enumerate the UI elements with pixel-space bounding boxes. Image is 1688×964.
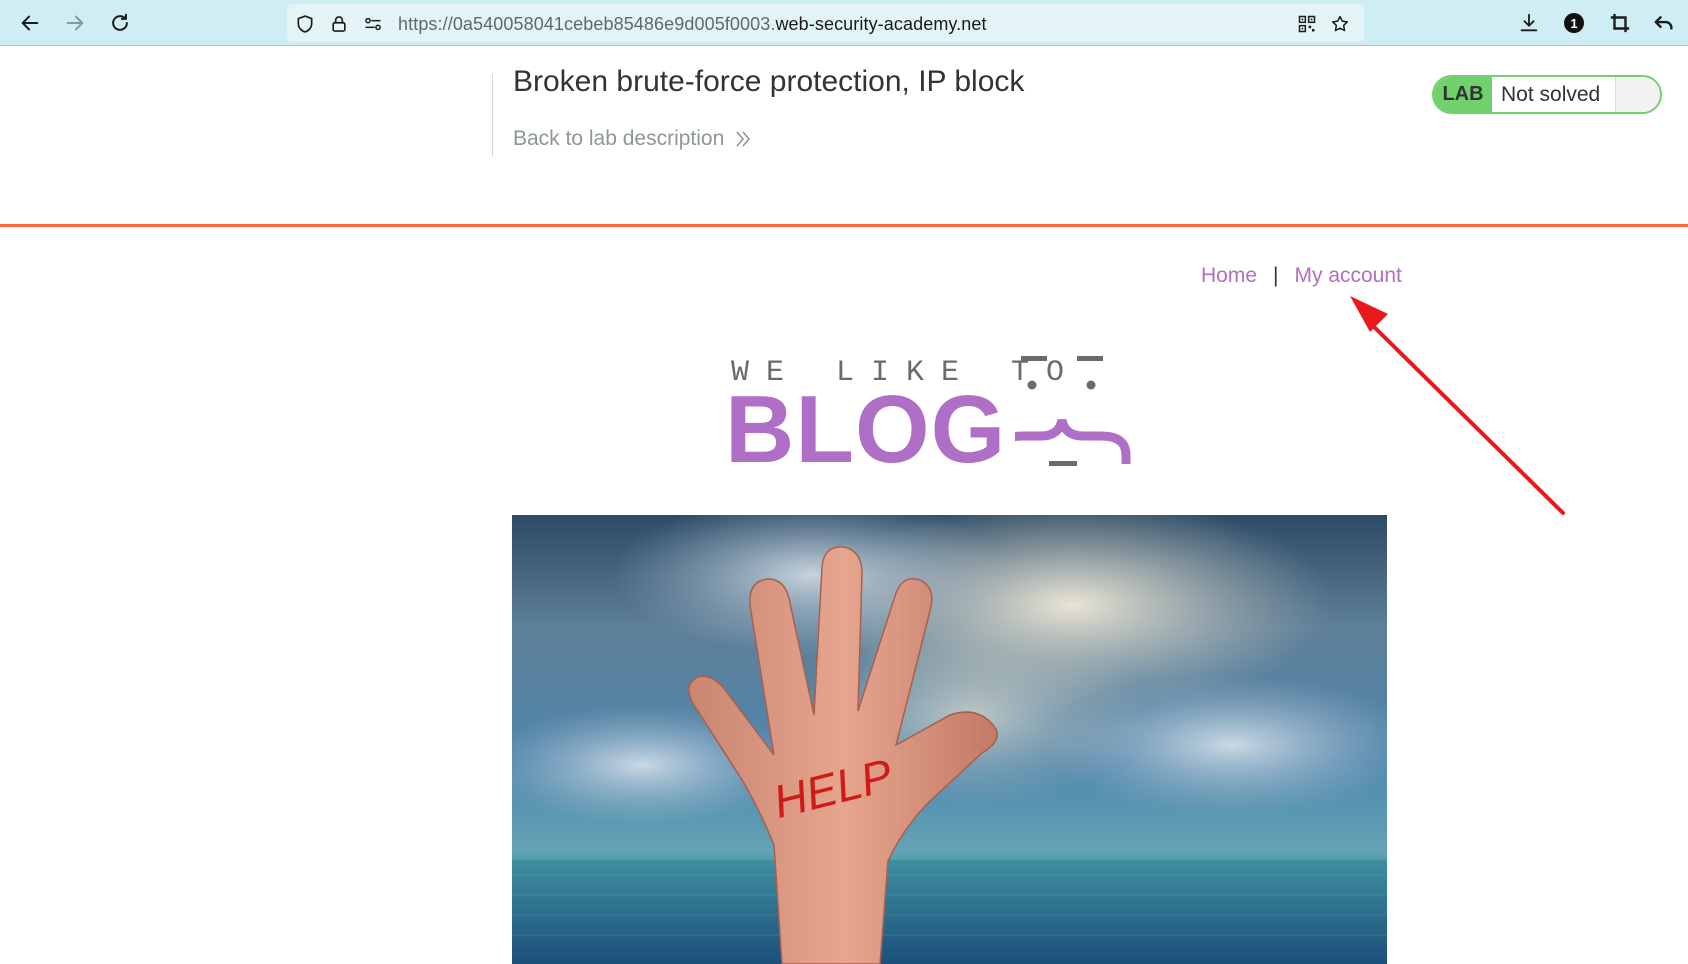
bookmark-star-icon[interactable] xyxy=(1329,13,1351,35)
double-chevron-right-icon xyxy=(734,130,752,148)
back-link-label: Back to lab description xyxy=(513,127,725,150)
url-prefix: https://0a540058041cebeb85486e9d005f0003… xyxy=(398,14,776,34)
back-arrow-icon[interactable] xyxy=(16,9,44,37)
lab-status-text: Not solved xyxy=(1492,77,1616,112)
forward-arrow-icon[interactable] xyxy=(61,9,89,37)
qr-code-icon[interactable] xyxy=(1296,13,1318,35)
lab-header: Broken brute-force protection, IP block … xyxy=(0,46,1688,226)
undo-icon[interactable] xyxy=(1650,9,1678,37)
lab-badge: LAB xyxy=(1434,77,1492,112)
blog-hero-image[interactable]: HELP xyxy=(512,515,1387,964)
site-permissions-icon[interactable] xyxy=(362,13,384,35)
logo-title: BLOG xyxy=(725,376,1007,483)
my-account-link[interactable]: My account xyxy=(1295,264,1402,288)
header-divider xyxy=(492,74,493,156)
url-domain: web-security-academy.net xyxy=(775,14,987,34)
status-indicator-icon xyxy=(1616,77,1660,112)
back-to-lab-description-link[interactable]: Back to lab description xyxy=(513,127,752,151)
nav-separator: | xyxy=(1273,264,1279,287)
site-nav: Home | My account xyxy=(1201,264,1402,288)
header-separator xyxy=(0,224,1688,227)
reload-icon[interactable] xyxy=(106,9,134,37)
home-link[interactable]: Home xyxy=(1201,264,1257,288)
extension-badge: 1 xyxy=(1564,13,1584,33)
crop-icon[interactable] xyxy=(1606,9,1634,37)
address-bar[interactable]: https://0a540058041cebeb85486e9d005f0003… xyxy=(287,4,1364,42)
logo-face-icon xyxy=(1015,356,1131,466)
lab-status-widget: LAB Not solved xyxy=(1432,75,1662,114)
lock-icon[interactable] xyxy=(328,13,350,35)
blog-logo: WE LIKE TO BLOG xyxy=(725,340,1175,480)
shield-icon[interactable] xyxy=(294,13,316,35)
password-manager-icon[interactable]: 1 xyxy=(1560,9,1588,37)
url-text[interactable]: https://0a540058041cebeb85486e9d005f0003… xyxy=(398,14,987,35)
lab-title: Broken brute-force protection, IP block xyxy=(513,65,1025,98)
download-icon[interactable] xyxy=(1515,9,1543,37)
browser-toolbar: https://0a540058041cebeb85486e9d005f0003… xyxy=(0,0,1688,46)
